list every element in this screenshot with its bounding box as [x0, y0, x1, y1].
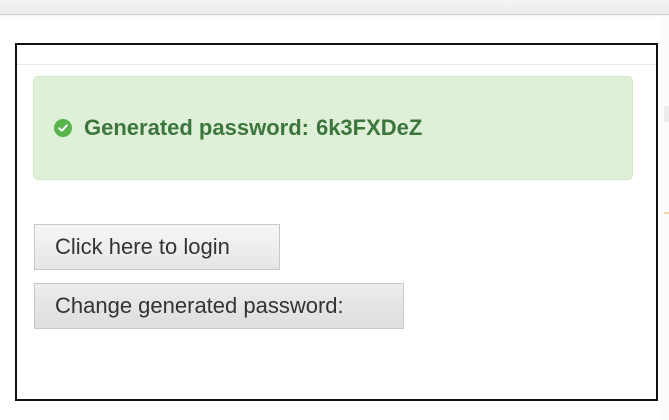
generated-password-value: 6k3FXDeZ	[315, 115, 423, 140]
password-result-panel: Generated password: 6k3FXDeZ Click here t…	[15, 43, 658, 401]
generated-password-message: Generated password: 6k3FXDeZ	[84, 115, 422, 141]
background-header-strip	[0, 0, 669, 15]
login-button[interactable]: Click here to login	[34, 224, 280, 270]
success-alert: Generated password: 6k3FXDeZ	[33, 76, 633, 180]
background-page-accent	[664, 212, 669, 214]
generated-password-label: Generated password:	[84, 115, 309, 140]
background-page-element	[664, 106, 669, 122]
change-password-button[interactable]: Change generated password:	[34, 283, 404, 329]
background-page-edge	[660, 18, 669, 420]
background-header-shadow	[0, 14, 669, 18]
check-circle-icon	[54, 119, 72, 137]
panel-divider	[17, 64, 656, 65]
